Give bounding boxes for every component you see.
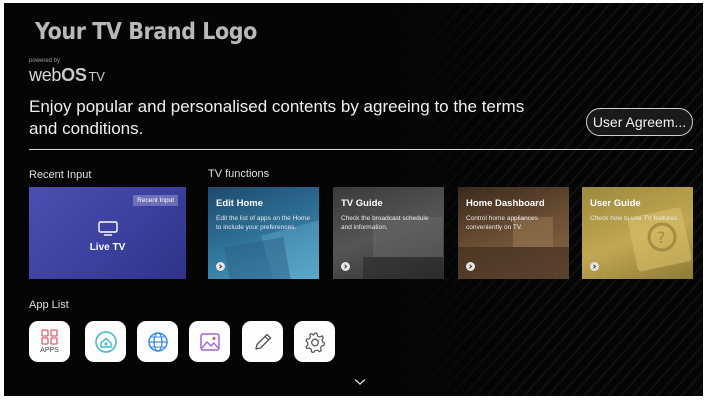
webos-tv-logo: webOS TV [29, 65, 105, 86]
apps-grid-icon [40, 329, 58, 345]
user-guide-title: User Guide [590, 198, 641, 209]
tv-home-screen: Your TV Brand Logo powered by webOS TV En… [4, 3, 703, 396]
recent-input-badge: Recent Input [133, 195, 178, 206]
edit-app-button[interactable] [242, 321, 283, 362]
recent-input-label: Live TV [89, 242, 126, 253]
edit-home-description: Edit the list of apps on the Home to inc… [216, 215, 310, 231]
edit-home-card[interactable]: Edit Home Edit the list of apps on the H… [208, 187, 319, 279]
svg-text:?: ? [657, 228, 666, 247]
settings-app-button[interactable] [294, 321, 335, 362]
web-browser-app-button[interactable] [137, 321, 178, 362]
tv-monitor-icon [98, 221, 118, 236]
webos-os-text: OS [61, 65, 87, 85]
media-gallery-icon [199, 332, 220, 351]
edit-home-title: Edit Home [216, 198, 263, 209]
webos-web-text: web [29, 65, 62, 85]
media-gallery-app-button[interactable] [189, 321, 230, 362]
browser-globe-icon [147, 331, 168, 352]
apps-label: APPS [40, 347, 59, 354]
user-guide-card[interactable]: ? User Guide Check how to use TV feature… [582, 187, 693, 279]
header-divider [29, 149, 693, 150]
user-guide-description: Check how to use TV features. [590, 215, 679, 222]
settings-gear-icon [304, 331, 325, 353]
arrow-right-icon [341, 262, 350, 271]
apps-button[interactable]: APPS [29, 321, 70, 362]
edit-pencil-icon [254, 333, 271, 350]
arrow-right-icon [590, 262, 599, 271]
user-agreement-button[interactable]: User Agreem... [586, 108, 693, 136]
arrow-right-icon [216, 262, 225, 271]
tv-guide-title: TV Guide [341, 198, 383, 209]
home-dashboard-title: Home Dashboard [466, 198, 545, 209]
app-list-section-label: App List [29, 299, 69, 311]
recent-input-card-live-tv[interactable]: Recent Input Live TV [29, 187, 186, 279]
brand-logo: Your TV Brand Logo [35, 19, 257, 45]
home-dashboard-icon [94, 330, 117, 353]
home-dashboard-card[interactable]: Home Dashboard Control home appliances c… [458, 187, 569, 279]
tv-guide-description: Check the broadcast schedule and informa… [341, 215, 429, 231]
chevron-down-icon[interactable] [354, 378, 366, 386]
tv-guide-card[interactable]: TV Guide Check the broadcast schedule an… [333, 187, 444, 279]
agreement-headline: Enjoy popular and personalised contents … [29, 97, 525, 138]
arrow-right-icon [466, 262, 475, 271]
recent-input-section-label: Recent Input [29, 169, 92, 181]
webos-tv-text: TV [88, 69, 105, 84]
home-dashboard-description: Control home appliances conveniently on … [466, 215, 538, 231]
powered-by-label: powered by [29, 58, 61, 64]
tv-functions-section-label: TV functions [208, 168, 270, 180]
home-dashboard-app-button[interactable] [85, 321, 126, 362]
